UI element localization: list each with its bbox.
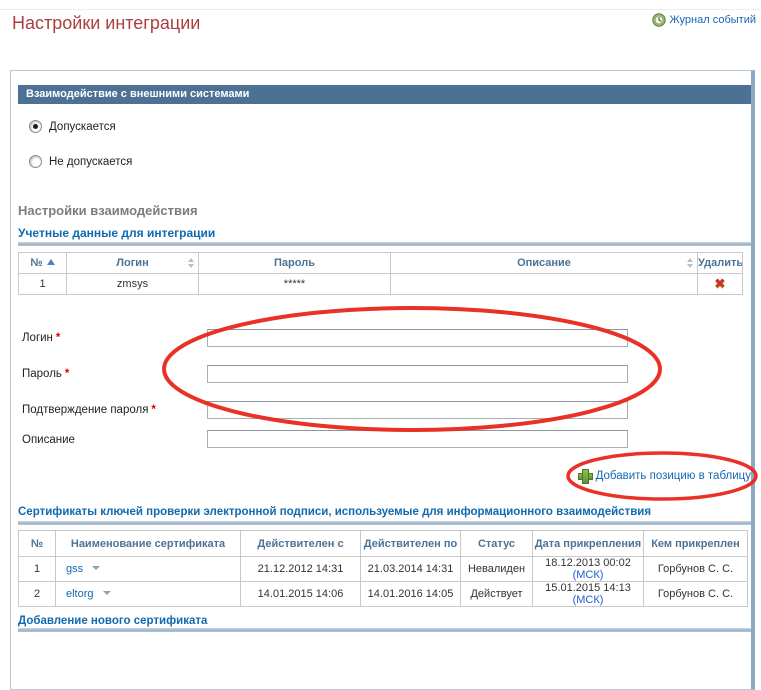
status-cell: Действует [461, 582, 533, 607]
section-divider [18, 521, 751, 525]
radio-option-allowed[interactable]: Допускается [29, 119, 116, 134]
event-log-label: Журнал событий [670, 14, 756, 26]
certificate-row: 1 gss 21.12.2012 14:31 21.03.2014 14:31 … [19, 557, 748, 582]
page-title: Настройки интеграции [12, 13, 200, 34]
num-cell: 1 [19, 557, 56, 582]
valid-to-cell: 14.01.2016 14:05 [361, 582, 461, 607]
section-divider [18, 628, 751, 632]
col-header-delete: Удалить [698, 253, 743, 274]
clock-icon [652, 13, 666, 27]
login-cell: zmsys [67, 274, 199, 295]
attach-date: 18.12.2013 00:02 [533, 557, 643, 569]
attach-date: 15.01.2015 14:13 [533, 582, 643, 594]
credentials-table-header-row: № Логин Пароль Описание Удалить [19, 253, 743, 274]
valid-to-cell: 21.03.2014 14:31 [361, 557, 461, 582]
radio-button-unchecked[interactable] [29, 155, 42, 168]
attach-date-cell: 15.01.2015 14:13 (МСК) [533, 582, 644, 607]
header-divider [0, 9, 761, 10]
password-input[interactable] [207, 365, 628, 383]
password-field-label: Пароль* [22, 368, 69, 380]
credentials-table-row: 1 zmsys ***** ✖ [19, 274, 743, 295]
required-asterisk: * [65, 368, 69, 380]
event-log-link[interactable]: Журнал событий [652, 13, 756, 27]
sort-asc-icon [47, 259, 55, 265]
sort-icon[interactable] [687, 258, 693, 268]
external-systems-header-bar: Взаимодействие с внешними системами [18, 85, 751, 104]
login-input[interactable] [207, 329, 628, 347]
col-header-attach-date: Дата прикрепления [533, 531, 644, 557]
radio-option-not-allowed[interactable]: Не допускается [29, 154, 132, 169]
cert-name-cell: eltorg [56, 582, 241, 607]
msk-timezone-link[interactable]: (МСК) [573, 594, 604, 606]
certificates-table-header-row: № Наименование сертификата Действителен … [19, 531, 748, 557]
description-field-label: Описание [22, 434, 75, 446]
col-header-num[interactable]: № [19, 253, 67, 274]
chevron-down-icon[interactable] [92, 566, 100, 570]
sort-icon[interactable] [188, 258, 194, 268]
cert-name-cell: gss [56, 557, 241, 582]
delete-cell: ✖ [698, 274, 743, 295]
interaction-settings-title: Настройки взаимодействия [18, 203, 198, 218]
plus-icon [578, 469, 591, 482]
num-cell: 2 [19, 582, 56, 607]
col-header-valid-to: Действителен по [361, 531, 461, 557]
password-confirm-field-label: Подтверждение пароля* [22, 404, 156, 416]
password-confirm-input[interactable] [207, 401, 628, 419]
attach-date-cell: 18.12.2013 00:02 (МСК) [533, 557, 644, 582]
attached-by-cell: Горбунов С. С. [644, 557, 748, 582]
attached-by-cell: Горбунов С. С. [644, 582, 748, 607]
required-asterisk: * [151, 404, 155, 416]
col-header-cert-name: Наименование сертификата [56, 531, 241, 557]
msk-timezone-link[interactable]: (МСК) [573, 569, 604, 581]
description-input[interactable] [207, 430, 628, 448]
add-row-link[interactable]: Добавить позицию в таблицу [578, 469, 751, 482]
cert-name-link[interactable]: eltorg [66, 588, 94, 600]
status-cell: Невалиден [461, 557, 533, 582]
login-field-label: Логин* [22, 332, 60, 344]
certificate-row: 2 eltorg 14.01.2015 14:06 14.01.2016 14:… [19, 582, 748, 607]
add-certificate-section-title: Добавление нового сертификата [18, 615, 207, 627]
col-header-num: № [19, 531, 56, 557]
credentials-section-title: Учетные данные для интеграции [18, 226, 215, 240]
description-cell [391, 274, 698, 295]
password-cell: ***** [199, 274, 391, 295]
chevron-down-icon[interactable] [103, 591, 111, 595]
col-header-description[interactable]: Описание [391, 253, 698, 274]
certificates-section-title: Сертификаты ключей проверки электронной … [18, 506, 748, 518]
add-row-label: Добавить позицию в таблицу [596, 470, 751, 482]
col-header-password: Пароль [199, 253, 391, 274]
radio-button-checked[interactable] [29, 120, 42, 133]
col-header-status: Статус [461, 531, 533, 557]
certificates-table: № Наименование сертификата Действителен … [18, 530, 748, 607]
required-asterisk: * [56, 332, 60, 344]
valid-from-cell: 21.12.2012 14:31 [241, 557, 361, 582]
delete-row-icon[interactable]: ✖ [715, 276, 726, 291]
num-cell: 1 [19, 274, 67, 295]
section-divider [18, 242, 751, 246]
cert-name-link[interactable]: gss [66, 563, 83, 575]
radio-label: Не допускается [49, 156, 132, 168]
col-header-login[interactable]: Логин [67, 253, 199, 274]
col-header-attached-by: Кем прикреплен [644, 531, 748, 557]
radio-label: Допускается [49, 121, 116, 133]
col-header-valid-from: Действителен с [241, 531, 361, 557]
valid-from-cell: 14.01.2015 14:06 [241, 582, 361, 607]
credentials-table: № Логин Пароль Описание Удалить 1 zmsys … [18, 252, 743, 295]
